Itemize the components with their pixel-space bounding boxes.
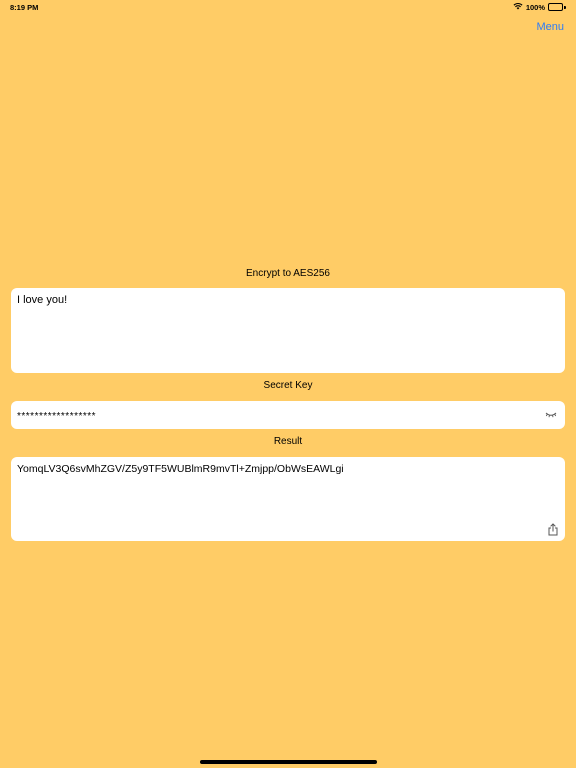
plaintext-value: I love you! (17, 294, 68, 306)
status-time: 8:19 PM (10, 3, 39, 12)
secret-key-field[interactable]: ****************** (11, 401, 565, 429)
encrypt-title: Encrypt to AES256 (246, 268, 330, 279)
eye-closed-icon[interactable] (544, 410, 558, 420)
secret-key-value: ****************** (17, 410, 97, 422)
result-output[interactable]: YomqLV3Q6svMhZGV/Z5y9TF5WUBlmR9mvTl+Zmjp… (11, 457, 565, 541)
battery-full-icon (548, 3, 566, 11)
status-bar: 8:19 PM 100% (0, 0, 576, 14)
menu-button[interactable]: Menu (536, 21, 564, 33)
secret-key-label: Secret Key (263, 380, 313, 391)
battery-percent: 100% (525, 2, 545, 12)
result-label: Result (273, 436, 303, 447)
share-icon[interactable] (547, 523, 559, 536)
plaintext-input[interactable]: I love you! (11, 288, 565, 373)
home-indicator[interactable] (200, 760, 377, 764)
status-right-group: 100% (513, 2, 566, 12)
wifi-icon (513, 2, 523, 12)
result-value: YomqLV3Q6svMhZGV/Z5y9TF5WUBlmR9mvTl+Zmjp… (17, 463, 344, 475)
